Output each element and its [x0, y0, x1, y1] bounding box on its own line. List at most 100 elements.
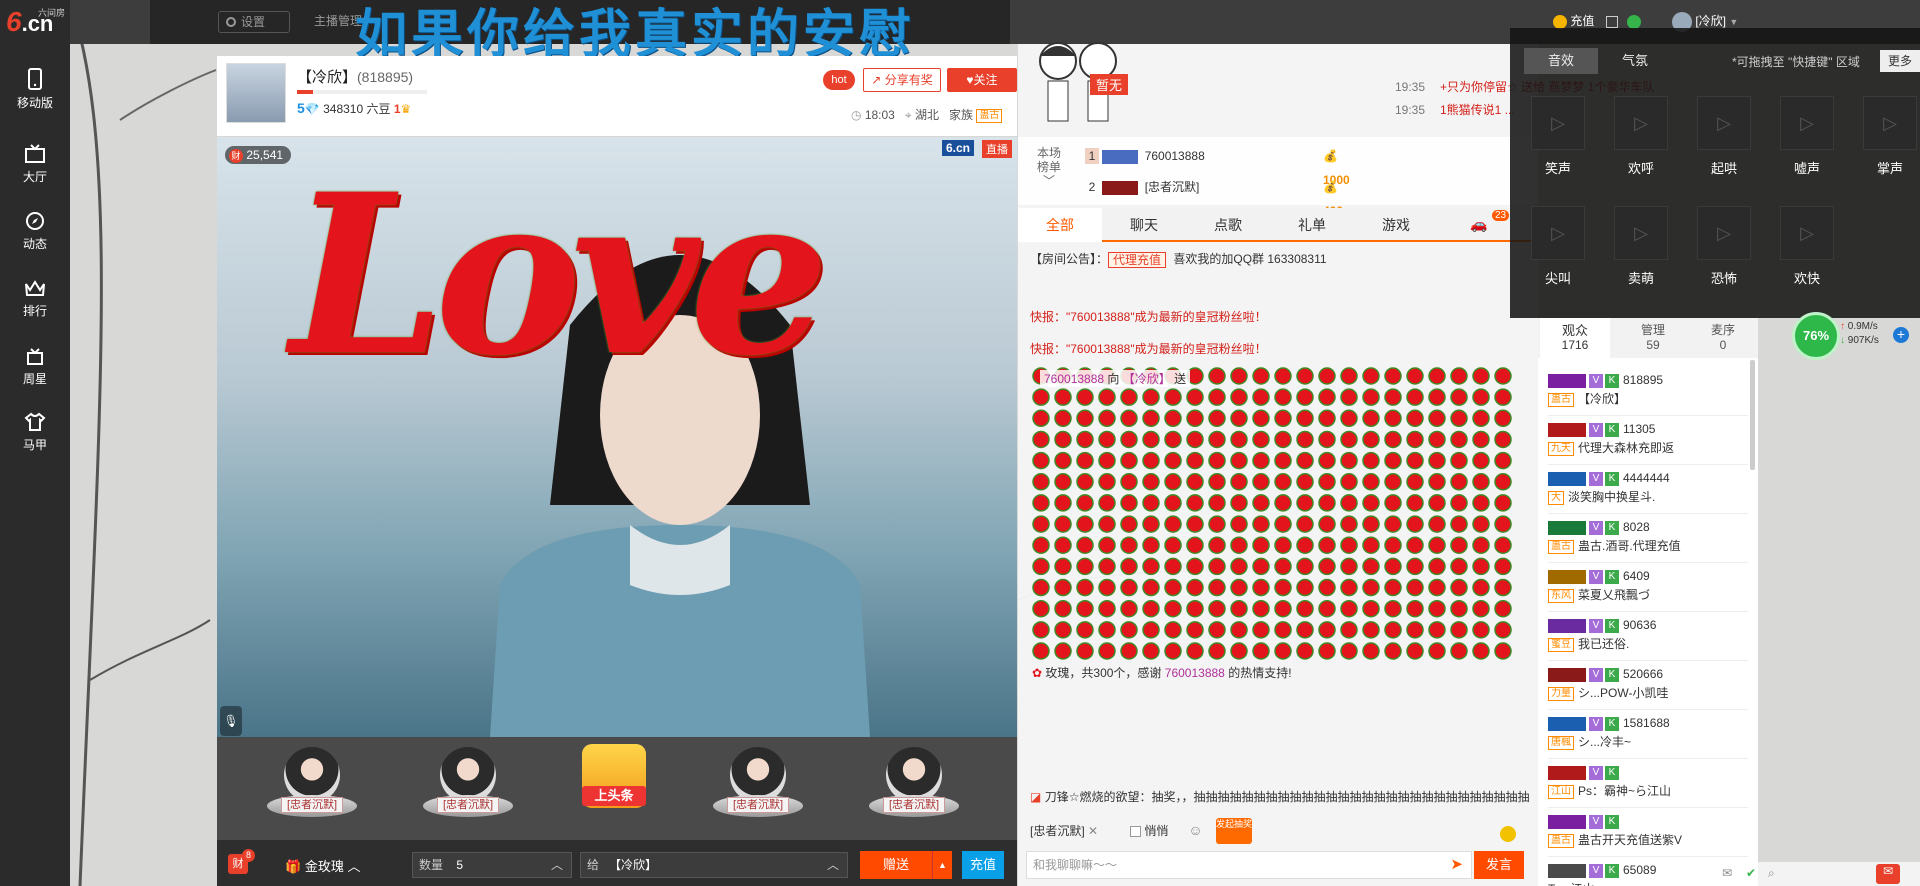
tab-admins[interactable]: 管理 59: [1618, 318, 1688, 358]
audience-row[interactable]: V K 1581688 唐楓 シ...冷丰~: [1548, 713, 1748, 759]
sfx-button[interactable]: ▷ 欢呼: [1612, 96, 1670, 177]
speak-button[interactable]: 发言: [1474, 851, 1524, 879]
chat-input[interactable]: 和我聊聊嘛～～ ➤: [1026, 851, 1472, 879]
recharge-button[interactable]: 充值: [962, 851, 1004, 879]
headline-button[interactable]: 上头条: [578, 744, 650, 829]
tab-all[interactable]: 全部: [1018, 208, 1102, 242]
nav-item-feed[interactable]: 动态: [0, 205, 70, 265]
rose-icon: [1032, 578, 1050, 597]
rank-name: [忠者沉默]: [1144, 180, 1200, 194]
gift-target[interactable]: 【冷欣】: [1123, 372, 1171, 386]
tab-sound-effect[interactable]: 音效: [1524, 48, 1598, 74]
audience-row[interactable]: V K 520666 力量 シ...POW-小凯哇: [1548, 664, 1748, 710]
audience-scrollbar[interactable]: [1750, 360, 1755, 470]
send-arrow-icon[interactable]: ➤: [1450, 852, 1463, 878]
top-recharge-link[interactable]: 充值: [1553, 12, 1642, 29]
family-tag[interactable]: 蛊古: [976, 108, 1003, 123]
tab-audience[interactable]: 观众 1716: [1540, 318, 1610, 358]
nav-item-mobile[interactable]: 移动版: [0, 62, 70, 122]
tab-games[interactable]: 游戏: [1354, 208, 1438, 242]
rose-icon: [1054, 451, 1072, 470]
rose-icon: [1032, 621, 1050, 639]
sfx-hint: *可拖拽至 "快捷键" 区域: [1732, 55, 1860, 69]
rose-icon: [1054, 430, 1072, 449]
audience-row[interactable]: V K 江山 Ps：霸神~ら江山: [1548, 762, 1748, 808]
lottery-button[interactable]: 发起抽奖: [1216, 818, 1252, 844]
recipient-select[interactable]: 给 【冷欣】 ︿: [580, 852, 848, 878]
chat-bubble-icon[interactable]: ✉: [1876, 864, 1900, 884]
gift-selector[interactable]: 🎁 金玫瑰 ︿: [285, 856, 360, 875]
rose-icon: [1428, 388, 1446, 406]
send-options-caret[interactable]: ▲: [932, 851, 952, 879]
vip-badge: V: [1589, 716, 1603, 731]
network-speed-ball[interactable]: 76%: [1792, 312, 1840, 360]
nav-item-hall[interactable]: 大厅: [0, 138, 70, 198]
tab-song[interactable]: 点歌: [1186, 208, 1270, 242]
sfx-button[interactable]: ▷ 恐怖: [1695, 206, 1753, 287]
edit-icon[interactable]: [1605, 15, 1618, 28]
emoji-icon[interactable]: ☺: [1188, 822, 1202, 838]
quantity-select[interactable]: 数量 5 ︿: [412, 852, 572, 878]
site-logo[interactable]: 六间房 6.cn: [6, 6, 66, 37]
rose-icon: [1296, 642, 1314, 660]
audience-id: 90636: [1623, 618, 1657, 632]
audience-row[interactable]: V K 6409 东风 菜夏乂飛飄づ: [1548, 566, 1748, 612]
sfx-button[interactable]: ▷ 卖萌: [1612, 206, 1670, 287]
thanks-user[interactable]: 760013888: [1165, 666, 1225, 680]
guard-seat[interactable]: [忠者沉默]: [423, 747, 513, 832]
car-icon[interactable]: 🚗: [1470, 216, 1487, 233]
rose-icon: [1450, 515, 1468, 533]
sfx-button[interactable]: ▷ 嘘声: [1778, 96, 1836, 177]
audience-row[interactable]: V K 蛊古 蛊古开天充值送紫V: [1548, 811, 1748, 857]
rank-row[interactable]: 2 [忠者沉默] 💰400: [1085, 175, 1343, 218]
share-button[interactable]: ↗ 分享有奖: [863, 68, 941, 92]
check-icon[interactable]: [1627, 14, 1642, 29]
rank-label[interactable]: 本场榜单 ﹀: [1036, 146, 1062, 188]
gold-egg-icon[interactable]: [1500, 826, 1516, 842]
sfx-button[interactable]: ▷ 尖叫: [1529, 206, 1587, 287]
close-icon[interactable]: ✕: [1088, 824, 1098, 838]
mic-icon[interactable]: 🎙: [220, 706, 242, 736]
notice-tag[interactable]: 代理充值: [1108, 251, 1167, 268]
audience-row[interactable]: V K 818895 蛊古 【冷欣】: [1548, 370, 1748, 416]
guard-seat[interactable]: [忠者沉默]: [869, 747, 959, 832]
follow-button[interactable]: ♥关注: [947, 68, 1017, 92]
settings-label: 设置: [241, 15, 266, 29]
rose-icon: [1054, 494, 1072, 512]
nav-item-vest[interactable]: 马甲: [0, 406, 70, 466]
sfx-more-button[interactable]: 更多: [1880, 50, 1920, 72]
whisper-checkbox[interactable]: 悄悄 ☺: [1130, 822, 1203, 839]
sfx-button[interactable]: ▷ 起哄: [1695, 96, 1753, 177]
vip-badge: V: [1589, 667, 1603, 682]
chat-target-select[interactable]: [忠者沉默] ✕: [1030, 822, 1098, 839]
plus-icon[interactable]: +: [1893, 327, 1909, 343]
settings-button[interactable]: 设置: [218, 11, 290, 33]
audience-row[interactable]: V K 8028 蛊古 蛊古.酒哥.代理充值: [1548, 517, 1748, 563]
anchor-avatar[interactable]: [226, 63, 286, 123]
guard-seat[interactable]: [忠者沉默]: [267, 747, 357, 832]
tab-mic-queue[interactable]: 麦序 0: [1688, 318, 1758, 358]
rank-row[interactable]: 1 760013888 💰1000: [1085, 144, 1350, 187]
k-badge: K: [1605, 765, 1619, 780]
audience-row[interactable]: V K 11305 九天 代理大森林充即返: [1548, 419, 1748, 465]
vip-badge: V: [1589, 569, 1603, 584]
gift-sender[interactable]: 760013888: [1044, 372, 1104, 386]
checkbox-box[interactable]: [1130, 826, 1141, 838]
tab-atmosphere[interactable]: 气氛: [1598, 48, 1672, 74]
search-icon[interactable]: ⌕: [1768, 866, 1775, 881]
rose-icon: [1406, 430, 1424, 449]
rose-icon: [1120, 409, 1138, 428]
audience-row[interactable]: V K 4444444 大淡笑胸中换星斗.: [1548, 468, 1748, 514]
nav-item-weekly-star[interactable]: 周星: [0, 340, 70, 400]
tab-chat[interactable]: 聊天: [1102, 208, 1186, 242]
check-icon[interactable]: ✔: [1746, 866, 1756, 880]
sfx-button[interactable]: ▷ 笑声: [1529, 96, 1587, 177]
sfx-button[interactable]: ▷ 欢快: [1778, 206, 1836, 287]
sfx-button[interactable]: ▷ 掌声: [1861, 96, 1919, 177]
mail-icon[interactable]: ✉: [1722, 866, 1732, 880]
send-gift-button[interactable]: 赠送: [860, 851, 932, 879]
audience-row[interactable]: V K 90636 蜜豆 我已还俗.: [1548, 615, 1748, 661]
tab-gifts[interactable]: 礼单: [1270, 208, 1354, 242]
guard-seat[interactable]: [忠者沉默]: [713, 747, 803, 832]
nav-item-ranking[interactable]: 排行: [0, 272, 70, 332]
